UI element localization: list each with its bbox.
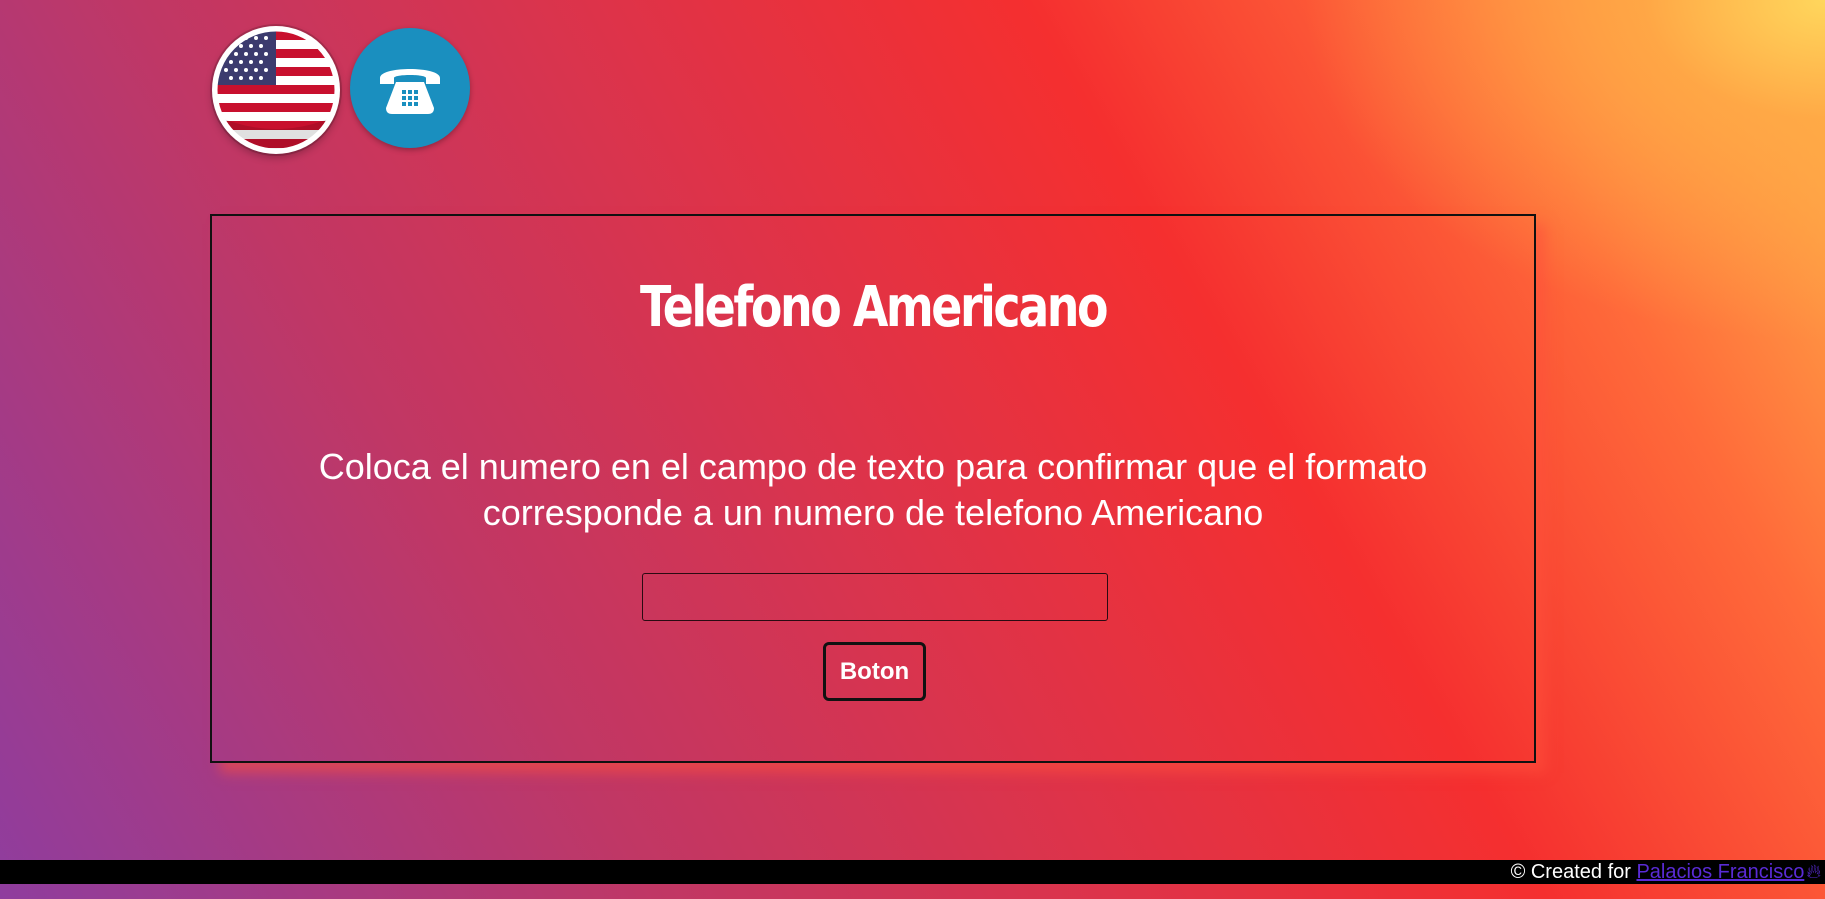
footer: © Created for Palacios Francisco 🔥︎ [0,860,1825,884]
flame-icon: 🔥︎ [1806,861,1821,883]
phone-number-input[interactable] [642,573,1108,621]
phone-validator-card: Telefono Americano Coloca el numero en e… [210,214,1536,763]
validate-button[interactable]: Boton [823,642,926,701]
header-logos [212,26,472,154]
telephone-icon [350,28,470,148]
us-flag-icon [212,26,340,154]
footer-credit-text: © Created for [1510,861,1637,883]
page-title: Telefono Americano [639,275,1109,340]
instructions-text: Coloca el numero en el campo de texto pa… [318,446,1428,533]
author-link[interactable]: Palacios Francisco [1636,861,1804,883]
